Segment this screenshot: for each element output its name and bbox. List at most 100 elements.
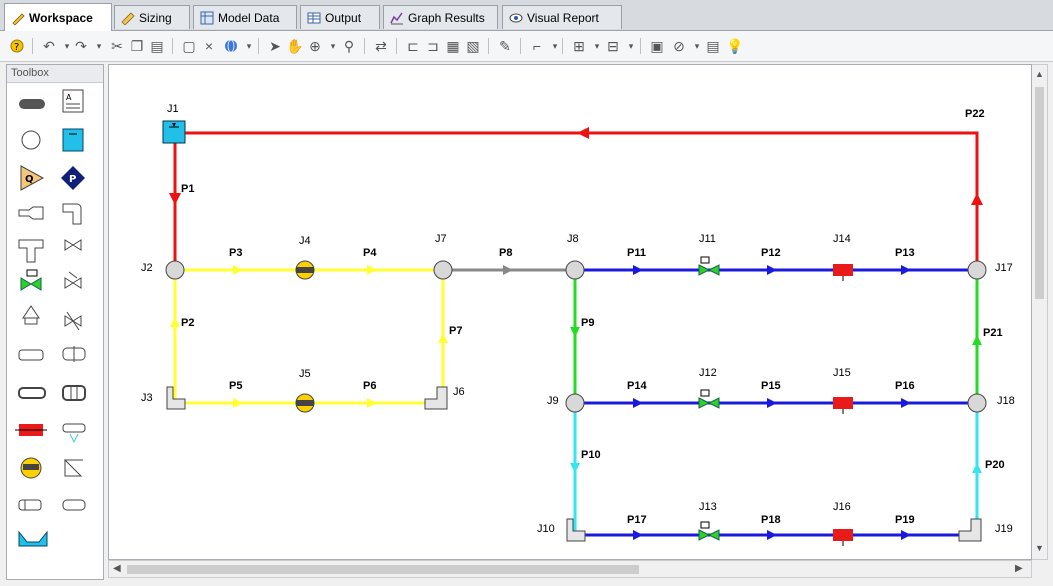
annotation-tool-icon[interactable]: A bbox=[62, 89, 84, 113]
junction-J15-heat-exchanger[interactable] bbox=[833, 397, 853, 414]
pipe-P12[interactable] bbox=[709, 265, 843, 275]
tee-tool-icon[interactable] bbox=[18, 239, 44, 263]
pipe-P10[interactable] bbox=[570, 403, 580, 535]
volume-balance-tool-icon[interactable] bbox=[64, 458, 83, 477]
pipe-P4[interactable] bbox=[305, 265, 443, 275]
assigned-pressure-tool-icon[interactable]: P bbox=[61, 166, 85, 190]
pipe-P11[interactable] bbox=[575, 265, 709, 275]
check-valve-tool-icon[interactable] bbox=[64, 271, 82, 289]
find-icon[interactable]: ⚲ bbox=[340, 37, 358, 55]
globe-dropdown-icon[interactable]: ▾ bbox=[240, 37, 258, 55]
pipe-P20[interactable] bbox=[972, 403, 982, 535]
lightbulb-icon[interactable]: 💡 bbox=[726, 37, 744, 55]
bend-tool-icon[interactable] bbox=[62, 203, 82, 225]
scroll-left-icon[interactable]: ◀ bbox=[113, 563, 121, 574]
distribute-dropdown-icon[interactable]: ▾ bbox=[622, 37, 640, 55]
tab-model-data[interactable]: Model Data bbox=[193, 5, 297, 29]
pipe-P6[interactable] bbox=[305, 398, 443, 408]
help-icon[interactable]: ? bbox=[8, 37, 26, 55]
pipe-P7[interactable] bbox=[438, 270, 448, 403]
tab-sizing[interactable]: Sizing bbox=[114, 5, 190, 29]
tab-visual-report[interactable]: Visual Report bbox=[502, 5, 622, 29]
junction-J9-branch[interactable] bbox=[565, 393, 585, 413]
scroll-right-icon[interactable]: ▶ bbox=[1015, 563, 1023, 574]
select-box-icon[interactable]: ▢ bbox=[180, 37, 198, 55]
legend-icon[interactable]: ▤ bbox=[704, 37, 722, 55]
junction-J1-reservoir[interactable] bbox=[162, 120, 186, 144]
pipe-tool-icon[interactable] bbox=[19, 99, 45, 109]
pipe-P1[interactable] bbox=[169, 133, 181, 270]
workspace-canvas[interactable]: J1 J2 J3 J4 J5 J6 J7 J8 J9 J10 J11 J12 J… bbox=[108, 64, 1032, 560]
pipe-P9[interactable] bbox=[570, 270, 580, 403]
pipe-P14[interactable] bbox=[575, 398, 709, 408]
pipe-P5[interactable] bbox=[175, 398, 305, 408]
horizontal-scroll-thumb[interactable] bbox=[127, 565, 639, 574]
tab-output[interactable]: Output bbox=[300, 5, 380, 29]
junction-J8-branch[interactable] bbox=[565, 260, 585, 280]
tab-graph-results[interactable]: Graph Results bbox=[383, 5, 498, 29]
junction-J7-branch[interactable] bbox=[433, 260, 453, 280]
horizontal-scrollbar[interactable]: ◀ ▶ bbox=[108, 560, 1032, 578]
junction-J4-pump[interactable] bbox=[295, 260, 315, 280]
junction-J12-valve[interactable] bbox=[698, 389, 720, 409]
align-right-icon[interactable]: ⊐ bbox=[424, 37, 442, 55]
reverse-direction-icon[interactable]: ⇄ bbox=[372, 37, 390, 55]
pipe-P22[interactable] bbox=[175, 127, 983, 270]
annotation-icon[interactable]: ✎ bbox=[496, 37, 514, 55]
align-icon[interactable]: ⊏ bbox=[404, 37, 422, 55]
pipe-P13[interactable] bbox=[843, 265, 977, 275]
workspace-prefs-icon[interactable]: ▣ bbox=[648, 37, 666, 55]
pipe-P15[interactable] bbox=[709, 398, 843, 408]
reducer-tool-icon[interactable] bbox=[18, 206, 44, 220]
tank-tool-icon[interactable] bbox=[18, 530, 48, 547]
pump-tool-icon[interactable] bbox=[20, 457, 42, 479]
pointer-icon[interactable]: ➤ bbox=[266, 37, 284, 55]
junction-J19-bend[interactable] bbox=[958, 518, 982, 542]
delete-icon[interactable]: × bbox=[200, 37, 218, 55]
cut-icon[interactable]: ✂ bbox=[108, 37, 126, 55]
spray-tool-icon[interactable] bbox=[18, 349, 44, 361]
pan-hand-icon[interactable]: ✋ bbox=[286, 37, 304, 55]
junction-J13-valve[interactable] bbox=[698, 521, 720, 541]
control-valve-tool-icon[interactable] bbox=[20, 269, 42, 291]
redo-dropdown-icon[interactable]: ▾ bbox=[90, 37, 108, 55]
junction-J11-valve[interactable] bbox=[698, 256, 720, 276]
relief-valve-tool-icon[interactable] bbox=[22, 305, 40, 325]
ungroup-icon[interactable]: ▧ bbox=[464, 37, 482, 55]
surge-tool-icon[interactable] bbox=[62, 499, 86, 511]
undo-icon[interactable]: ↶ bbox=[40, 37, 58, 55]
orifice-tool-icon[interactable] bbox=[18, 387, 46, 399]
general-component-tool-icon[interactable] bbox=[62, 346, 86, 362]
arrange-icon[interactable]: ⊞ bbox=[570, 37, 588, 55]
heat-exchanger-tool-icon[interactable] bbox=[15, 424, 47, 436]
vertical-scroll-thumb[interactable] bbox=[1035, 87, 1044, 299]
globe-icon[interactable] bbox=[222, 37, 240, 55]
branch-tool-icon[interactable] bbox=[21, 130, 41, 150]
reservoir-tool-icon[interactable] bbox=[62, 128, 84, 152]
zoom-icon[interactable]: ⊕ bbox=[306, 37, 324, 55]
junction-J14-heat-exchanger[interactable] bbox=[833, 264, 853, 281]
redo-icon[interactable]: ↷ bbox=[72, 37, 90, 55]
scroll-up-icon[interactable]: ▲ bbox=[1035, 69, 1044, 79]
tab-workspace[interactable]: Workspace bbox=[4, 3, 112, 31]
junction-J16-heat-exchanger[interactable] bbox=[833, 529, 853, 546]
pipe-P3[interactable] bbox=[175, 265, 305, 275]
screen-tool-icon[interactable] bbox=[62, 385, 86, 401]
dead-end-tool-icon[interactable] bbox=[18, 499, 42, 511]
scroll-down-icon[interactable]: ▼ bbox=[1035, 543, 1044, 553]
vertical-scrollbar[interactable]: ▲ ▼ bbox=[1032, 64, 1048, 560]
group-icon[interactable]: ▦ bbox=[444, 37, 462, 55]
pipe-P8[interactable] bbox=[443, 265, 575, 275]
junction-J17-branch[interactable] bbox=[967, 260, 987, 280]
valve-tool-icon[interactable] bbox=[64, 239, 82, 251]
paste-icon[interactable]: ▤ bbox=[148, 37, 166, 55]
pipe-P16[interactable] bbox=[843, 398, 977, 408]
junction-J18-branch[interactable] bbox=[967, 393, 987, 413]
pipe-tool-icon[interactable]: ⌐ bbox=[528, 37, 546, 55]
spray-discharge-tool-icon[interactable] bbox=[62, 423, 86, 444]
pipe-P2[interactable] bbox=[170, 270, 180, 403]
copy-icon[interactable]: ❐ bbox=[128, 37, 146, 55]
pipe-P19[interactable] bbox=[843, 530, 977, 540]
distribute-icon[interactable]: ⊟ bbox=[604, 37, 622, 55]
junction-J5-pump[interactable] bbox=[295, 393, 315, 413]
